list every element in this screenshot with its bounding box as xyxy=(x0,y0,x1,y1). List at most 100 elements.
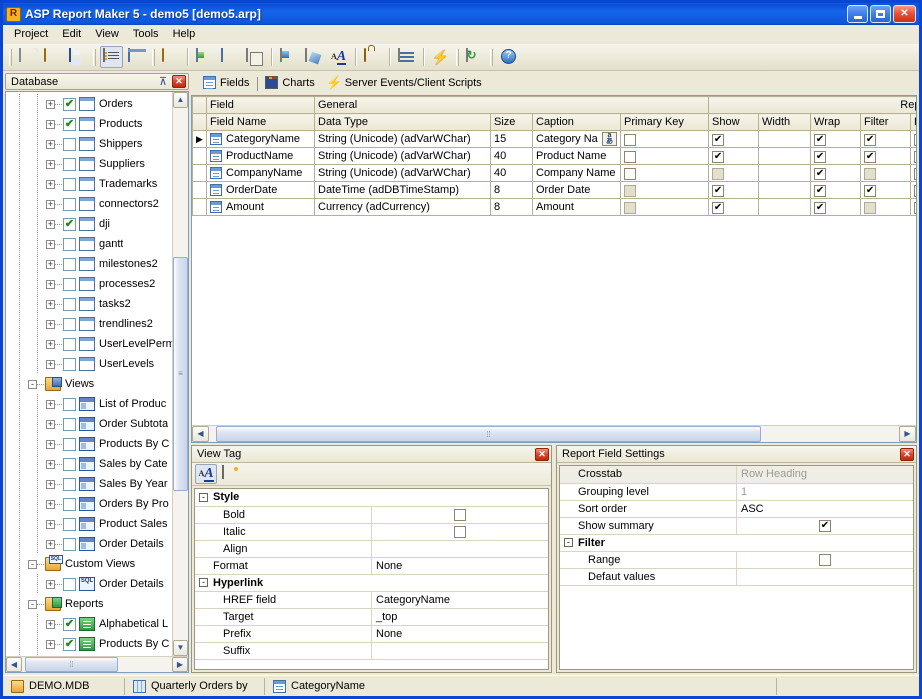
cell-primary-key[interactable] xyxy=(619,181,710,199)
tree-item[interactable]: + Orders By Pro xyxy=(6,494,172,514)
tree-expander[interactable]: + xyxy=(46,159,55,169)
tree-expander[interactable]: + xyxy=(46,139,55,149)
edit-page-icon[interactable] xyxy=(302,46,325,68)
tree-expander[interactable]: - xyxy=(28,379,37,389)
tree-item[interactable]: - Custom Views xyxy=(6,554,172,574)
grid-scroll-thumb[interactable]: ⁞⁞ xyxy=(215,426,761,442)
tree-expander[interactable]: + xyxy=(46,299,55,309)
tree-item-checkbox[interactable] xyxy=(63,477,76,491)
view-tag-close-icon[interactable]: ✕ xyxy=(535,447,549,461)
col-size[interactable]: Size xyxy=(490,113,533,131)
ext-filter-checkbox[interactable] xyxy=(914,150,916,163)
tree-item[interactable]: + Orders xyxy=(6,94,172,114)
tree-item[interactable]: + connectors2 xyxy=(6,194,172,214)
tree-expander[interactable]: + xyxy=(46,179,55,189)
tree-item-checkbox[interactable] xyxy=(63,537,76,551)
filter-checkbox[interactable] xyxy=(864,133,877,146)
show-checkbox[interactable] xyxy=(712,167,725,180)
table-row[interactable]: CompanyName String (Unicode) (adVarWChar)… xyxy=(192,164,916,182)
alignment-icon[interactable] xyxy=(395,46,418,68)
tree-item-checkbox[interactable] xyxy=(63,437,76,451)
cell-field-name[interactable]: CompanyName xyxy=(206,164,315,182)
table-row[interactable]: OrderDate DateTime (adDBTimeStamp) 8 Order … xyxy=(192,181,916,199)
cell-size[interactable]: 8 xyxy=(490,198,533,216)
view-tag-properties[interactable]: - Style Bold Italic Align Format None - Hyperlin… xyxy=(195,489,548,669)
property-value[interactable] xyxy=(736,568,913,586)
property-value[interactable]: _top xyxy=(371,608,548,626)
cell-filter[interactable] xyxy=(860,164,912,182)
tree-item[interactable]: + trendlines2 xyxy=(6,314,172,334)
property-value[interactable] xyxy=(371,523,548,541)
tree-item[interactable]: + tasks2 xyxy=(6,294,172,314)
tree-expander[interactable]: + xyxy=(46,259,55,269)
new-icon[interactable] xyxy=(16,46,39,68)
show-checkbox[interactable] xyxy=(712,133,725,146)
generate-icon[interactable] xyxy=(193,46,216,68)
cell-wrap[interactable] xyxy=(810,181,862,199)
tree-item-checkbox[interactable] xyxy=(63,337,76,351)
property-value[interactable] xyxy=(371,642,548,660)
tree-item[interactable]: + Products By C xyxy=(6,434,172,454)
scroll-down-button[interactable]: ▼ xyxy=(173,640,188,656)
scroll-right-button[interactable]: ▶ xyxy=(172,657,188,672)
scroll-thumb[interactable]: ≡ xyxy=(173,256,188,492)
wrap-checkbox[interactable] xyxy=(814,133,827,146)
cell-ext-filter[interactable] xyxy=(910,147,916,165)
property-row[interactable]: Defaut values xyxy=(560,568,913,586)
cell-show[interactable] xyxy=(708,198,760,216)
property-row[interactable]: Format None xyxy=(195,557,548,575)
cell-wrap[interactable] xyxy=(810,198,862,216)
cell-field-name[interactable]: OrderDate xyxy=(206,181,315,199)
tree-item[interactable]: + Order Subtota xyxy=(6,414,172,434)
property-row[interactable]: Target _top xyxy=(195,608,548,626)
cell-filter[interactable] xyxy=(860,181,912,199)
tree-expander[interactable]: + xyxy=(46,399,55,409)
page-setup-icon[interactable] xyxy=(277,46,300,68)
wrap-checkbox[interactable] xyxy=(814,150,827,163)
cell-primary-key[interactable] xyxy=(619,147,710,165)
cell-ext-filter[interactable] xyxy=(910,164,916,182)
tree-expander[interactable]: + xyxy=(46,459,55,469)
text-format-icon[interactable]: AA xyxy=(195,464,217,484)
minimize-button[interactable] xyxy=(847,5,868,23)
database-icon[interactable] xyxy=(159,46,182,68)
tree-item[interactable]: +Sales by Cate xyxy=(6,654,172,656)
toolbar-grip-5[interactable] xyxy=(490,48,493,66)
property-row[interactable]: Crosstab Row Heading xyxy=(560,466,913,484)
wrap-checkbox[interactable] xyxy=(814,201,827,214)
cell-caption[interactable]: Product Name xyxy=(532,147,621,165)
primary-key-checkbox[interactable] xyxy=(624,167,636,180)
scroll-left-button[interactable]: ◀ xyxy=(6,657,22,672)
tree-expander[interactable]: + xyxy=(46,539,55,549)
close-icon[interactable]: ✕ xyxy=(172,75,186,88)
property-row[interactable]: Align xyxy=(195,540,548,558)
copy-icon[interactable] xyxy=(243,46,266,68)
menu-item-help[interactable]: Help xyxy=(166,26,203,42)
cell-ext-filter[interactable] xyxy=(910,130,916,148)
row-selector[interactable] xyxy=(192,147,207,165)
open-icon[interactable] xyxy=(41,46,64,68)
tree-item-checkbox[interactable] xyxy=(63,197,76,211)
col-filter[interactable]: Filter xyxy=(860,113,912,131)
col-primary-key[interactable]: Primary Key xyxy=(619,113,710,131)
table-row[interactable]: Amount Currency (adCurrency) 8 Amount xyxy=(192,198,916,216)
scroll-track-h[interactable]: ⁞⁞ xyxy=(22,657,172,672)
cell-width[interactable] xyxy=(758,130,812,148)
tree-expander[interactable]: + xyxy=(46,499,55,509)
grid-scroll-right-button[interactable]: ▶ xyxy=(899,426,916,442)
tree-item[interactable]: +Sales by Cate xyxy=(6,454,172,474)
property-value[interactable] xyxy=(736,517,913,535)
property-value[interactable]: 1 xyxy=(736,483,913,501)
tree-item[interactable]: + gantt xyxy=(6,234,172,254)
filter-checkbox[interactable] xyxy=(864,184,877,197)
tree-item[interactable]: + Products By C xyxy=(6,634,172,654)
property-row[interactable]: Prefix None xyxy=(195,625,548,643)
grid-scroll-left-button[interactable]: ◀ xyxy=(192,426,209,442)
tab-charts[interactable]: Charts xyxy=(259,74,321,93)
scroll-track[interactable]: ≡ xyxy=(173,108,188,640)
property-row[interactable]: Italic xyxy=(195,523,548,541)
tree-expander[interactable]: + xyxy=(46,99,55,109)
table-icon[interactable] xyxy=(218,46,241,68)
database-tree[interactable]: + Orders + Products + Shippers + Suppliers + Trad… xyxy=(6,92,172,656)
cell-width[interactable] xyxy=(758,164,812,182)
